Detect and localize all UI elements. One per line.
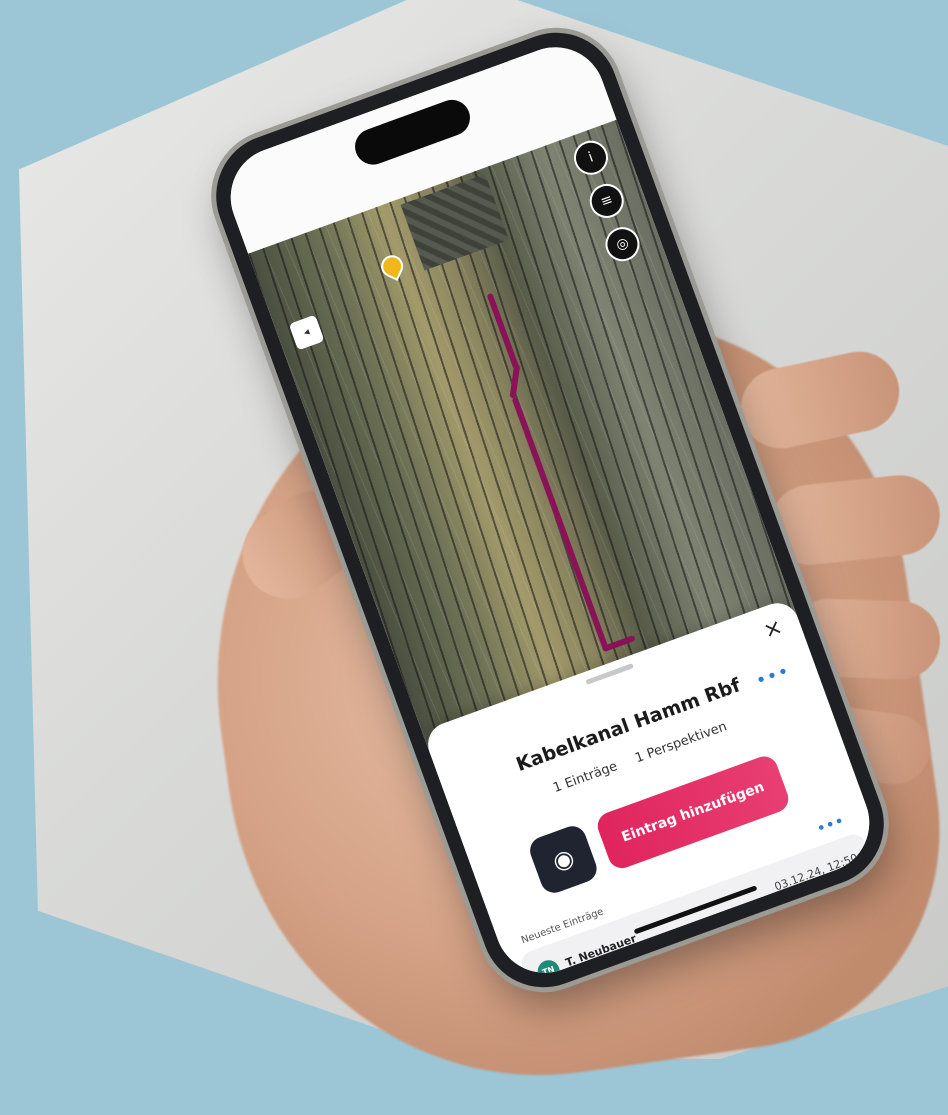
locate-icon[interactable]: ◎ [600, 222, 645, 266]
info-icon[interactable]: i [569, 135, 613, 180]
avatar: TN [534, 957, 563, 986]
cable-route-segment[interactable] [509, 364, 521, 399]
dynamic-island [349, 94, 476, 170]
close-icon[interactable]: × [760, 615, 786, 645]
cable-route-segment[interactable] [486, 292, 520, 370]
camera-icon: ◉ [548, 842, 578, 877]
location-pin-icon[interactable] [377, 251, 407, 281]
layers-icon[interactable]: ≡ [584, 179, 629, 223]
recent-more-button[interactable]: ••• [814, 811, 847, 839]
map-back-button[interactable]: ◂ [288, 314, 325, 351]
camera-button[interactable]: ◉ [526, 822, 601, 897]
cable-route-segment[interactable] [511, 396, 610, 653]
entries-count: 1 Einträge [551, 758, 620, 797]
cable-route-segment[interactable] [601, 634, 636, 653]
